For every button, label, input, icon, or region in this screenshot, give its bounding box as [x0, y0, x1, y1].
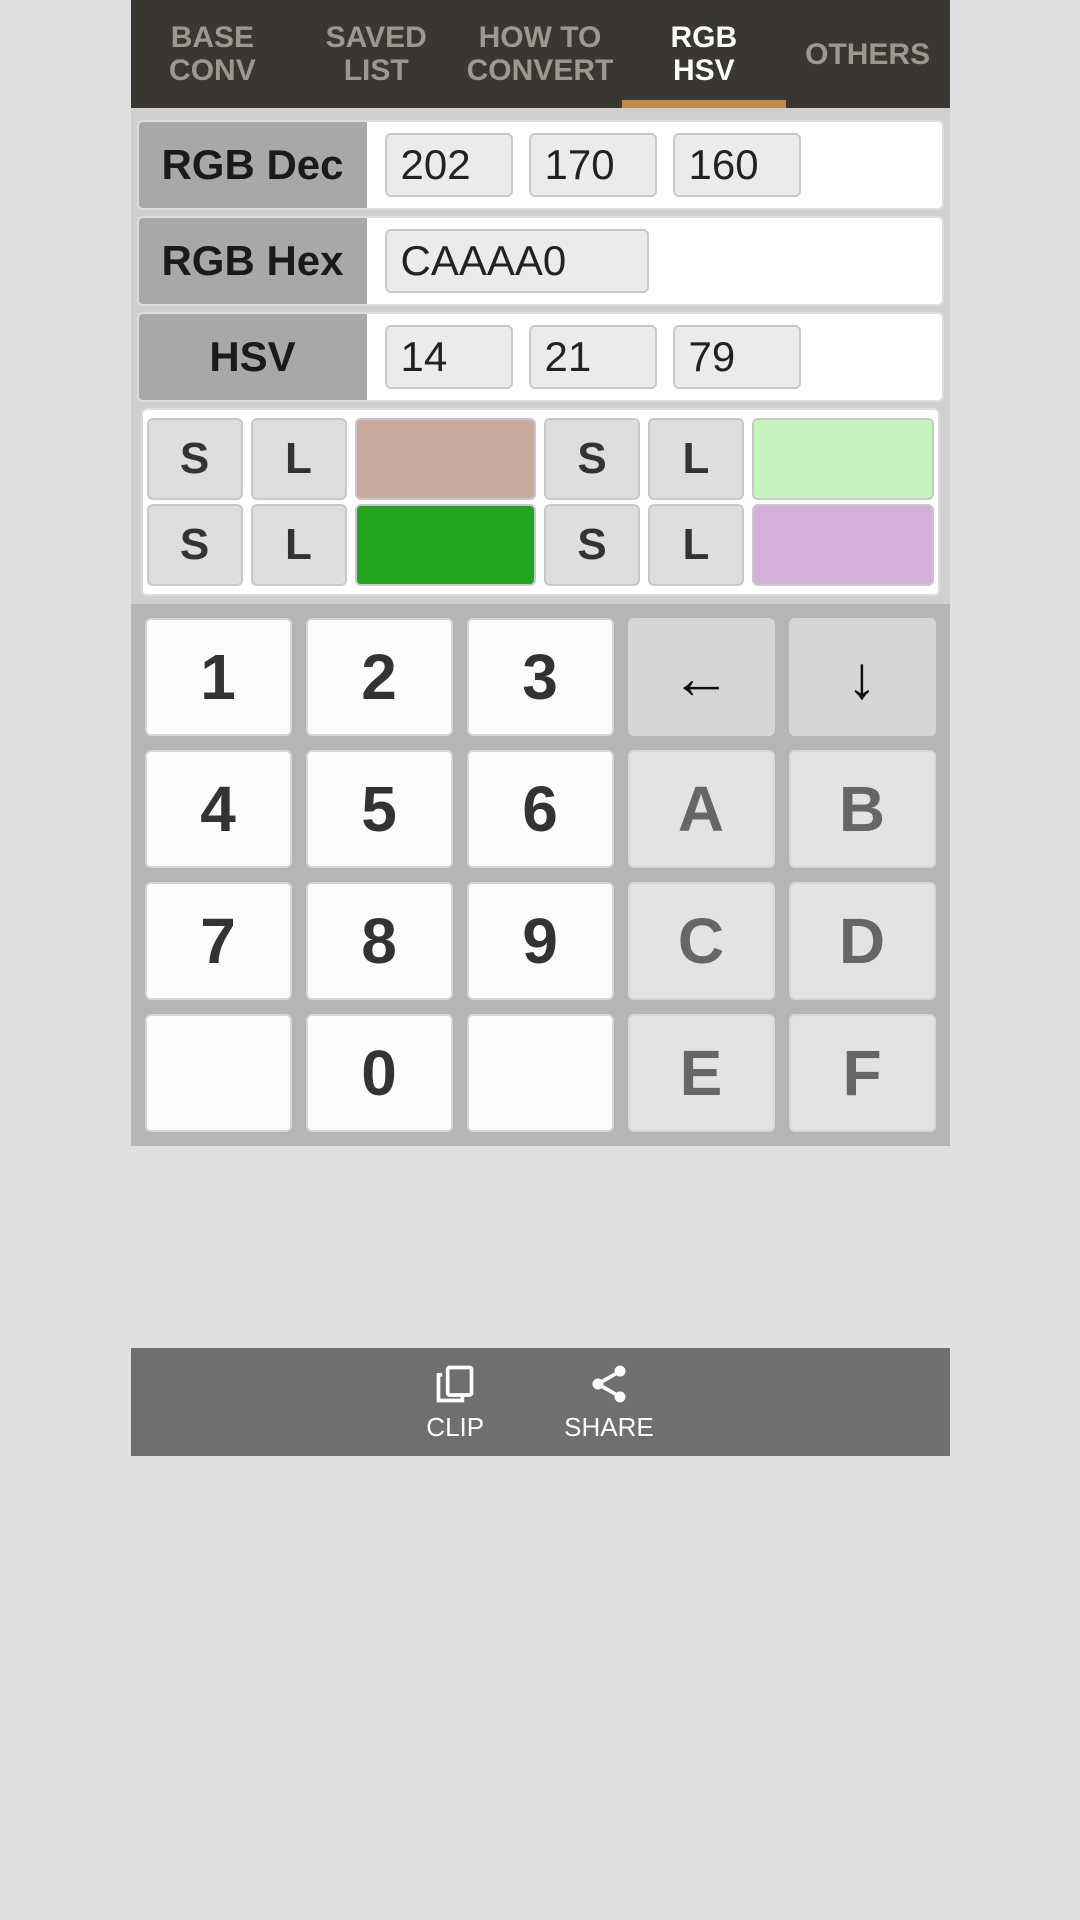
- hsv-v-input[interactable]: 79: [673, 325, 801, 389]
- tab-bar: BASE CONV SAVED LIST HOW TO CONVERT RGB …: [131, 0, 950, 108]
- tab-others[interactable]: OTHERS: [786, 0, 950, 108]
- key-c[interactable]: C: [628, 882, 775, 1000]
- key-backspace[interactable]: ←: [628, 618, 775, 736]
- rgb-hex-label: RGB Hex: [139, 218, 367, 304]
- keypad: 1 2 3 ← ↓ 4 5 6 A B 7 8 9 C D 0 E F: [131, 604, 950, 1146]
- hsv-h-input[interactable]: 14: [385, 325, 513, 389]
- key-6[interactable]: 6: [467, 750, 614, 868]
- tab-how-to-convert[interactable]: HOW TO CONVERT: [458, 0, 622, 108]
- key-blank-left: [145, 1014, 292, 1132]
- rgb-hex-input[interactable]: CAAAA0: [385, 229, 649, 293]
- swatch-4-color[interactable]: [752, 504, 934, 586]
- key-down[interactable]: ↓: [789, 618, 936, 736]
- clip-button[interactable]: CLIP: [426, 1362, 484, 1443]
- clip-icon: [433, 1362, 477, 1406]
- swatch-3-color[interactable]: [355, 504, 537, 586]
- swatch-area: S L S L S L S L: [141, 408, 940, 596]
- row-rgb-dec: RGB Dec 202 170 160: [137, 120, 944, 210]
- tab-rgb-hsv[interactable]: RGB HSV: [622, 0, 786, 108]
- clip-label: CLIP: [426, 1412, 484, 1443]
- key-b[interactable]: B: [789, 750, 936, 868]
- hsv-s-input[interactable]: 21: [529, 325, 657, 389]
- key-7[interactable]: 7: [145, 882, 292, 1000]
- key-f[interactable]: F: [789, 1014, 936, 1132]
- swatch-2-l-button[interactable]: L: [648, 418, 744, 500]
- bottom-bar: CLIP SHARE: [131, 1348, 950, 1456]
- rgb-dec-r-input[interactable]: 202: [385, 133, 513, 197]
- swatch-1-s-button[interactable]: S: [147, 418, 243, 500]
- key-9[interactable]: 9: [467, 882, 614, 1000]
- row-hsv: HSV 14 21 79: [137, 312, 944, 402]
- rgb-dec-label: RGB Dec: [139, 122, 367, 208]
- key-e[interactable]: E: [628, 1014, 775, 1132]
- swatch-4-s-button[interactable]: S: [544, 504, 640, 586]
- spacer: [131, 1146, 950, 1348]
- rgb-dec-b-input[interactable]: 160: [673, 133, 801, 197]
- share-button[interactable]: SHARE: [564, 1362, 654, 1443]
- key-2[interactable]: 2: [306, 618, 453, 736]
- key-1[interactable]: 1: [145, 618, 292, 736]
- swatch-1-l-button[interactable]: L: [251, 418, 347, 500]
- key-5[interactable]: 5: [306, 750, 453, 868]
- swatch-1-color[interactable]: [355, 418, 537, 500]
- key-3[interactable]: 3: [467, 618, 614, 736]
- share-icon: [587, 1362, 631, 1406]
- key-d[interactable]: D: [789, 882, 936, 1000]
- swatch-3-s-button[interactable]: S: [147, 504, 243, 586]
- rgb-dec-g-input[interactable]: 170: [529, 133, 657, 197]
- swatch-3-l-button[interactable]: L: [251, 504, 347, 586]
- tab-base-conv[interactable]: BASE CONV: [131, 0, 295, 108]
- swatch-4-l-button[interactable]: L: [648, 504, 744, 586]
- share-label: SHARE: [564, 1412, 654, 1443]
- swatch-2-s-button[interactable]: S: [544, 418, 640, 500]
- tab-saved-list[interactable]: SAVED LIST: [294, 0, 458, 108]
- arrow-left-icon: ←: [671, 643, 731, 712]
- key-0[interactable]: 0: [306, 1014, 453, 1132]
- hsv-label: HSV: [139, 314, 367, 400]
- key-a[interactable]: A: [628, 750, 775, 868]
- swatch-2-color[interactable]: [752, 418, 934, 500]
- row-rgb-hex: RGB Hex CAAAA0: [137, 216, 944, 306]
- key-8[interactable]: 8: [306, 882, 453, 1000]
- key-4[interactable]: 4: [145, 750, 292, 868]
- arrow-down-icon: ↓: [847, 643, 877, 712]
- key-blank-right: [467, 1014, 614, 1132]
- input-rows: RGB Dec 202 170 160 RGB Hex CAAAA0 HSV 1…: [131, 108, 950, 604]
